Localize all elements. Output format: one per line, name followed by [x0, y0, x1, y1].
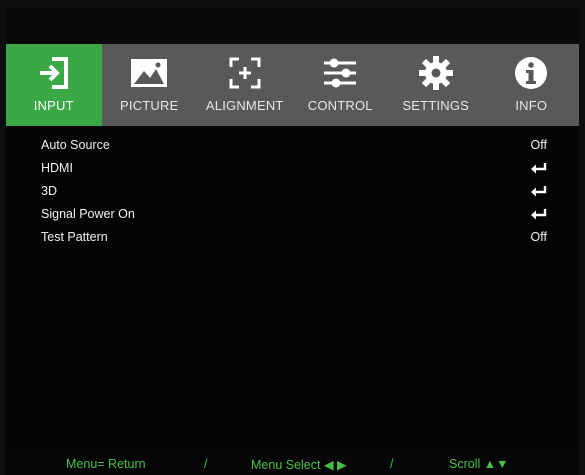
enter-icon	[530, 208, 547, 220]
menu-item-label: Signal Power On	[41, 207, 135, 221]
menu-item-auto-source[interactable]: Auto Source Off	[6, 135, 579, 155]
input-menu-list: Auto Source Off HDMI 3D Signal Power On …	[6, 126, 579, 446]
menu-item-label: Auto Source	[41, 138, 110, 152]
picture-icon	[129, 54, 169, 92]
menu-item-label: HDMI	[41, 161, 73, 175]
footer-hints: Menu= Return / Menu Select ◀ ▶ / Scroll …	[6, 451, 579, 475]
tab-control[interactable]: CONTROL	[293, 44, 389, 126]
menu-item-3d[interactable]: 3D	[6, 181, 579, 201]
tab-bar: INPUT PICTURE ALIGNMENT CONTROL SETTINGS…	[6, 44, 579, 126]
alignment-icon	[225, 54, 265, 92]
tab-picture-label: PICTURE	[120, 98, 179, 113]
enter-icon	[530, 185, 547, 197]
osd-menu-window: INPUT PICTURE ALIGNMENT CONTROL SETTINGS…	[6, 8, 579, 475]
menu-item-signal-power-on[interactable]: Signal Power On	[6, 204, 579, 224]
tab-input[interactable]: INPUT	[6, 44, 102, 126]
gear-icon	[416, 54, 456, 92]
hint-menu-return: Menu= Return	[66, 457, 146, 471]
control-sliders-icon	[320, 54, 360, 92]
tab-alignment-label: ALIGNMENT	[205, 98, 284, 113]
hint-scroll: Scroll ▲▼	[449, 457, 509, 471]
menu-item-value: Off	[530, 230, 547, 244]
top-bar	[6, 8, 579, 44]
enter-icon	[530, 162, 547, 174]
tab-settings-label: SETTINGS	[402, 98, 470, 113]
tab-info-label: INFO	[515, 98, 548, 113]
tab-picture[interactable]: PICTURE	[102, 44, 198, 126]
menu-item-test-pattern[interactable]: Test Pattern Off	[6, 227, 579, 247]
tab-control-label: CONTROL	[307, 98, 373, 113]
tab-input-label: INPUT	[33, 98, 74, 113]
tab-info[interactable]: INFO	[484, 44, 580, 126]
hint-menu-select: Menu Select ◀ ▶	[251, 458, 347, 472]
menu-item-label: 3D	[41, 184, 57, 198]
tab-settings[interactable]: SETTINGS	[388, 44, 484, 126]
hint-separator: /	[390, 457, 394, 471]
input-icon	[34, 54, 74, 92]
hint-separator: /	[204, 457, 208, 471]
menu-item-value: Off	[530, 138, 547, 152]
menu-item-label: Test Pattern	[41, 230, 108, 244]
tab-alignment[interactable]: ALIGNMENT	[197, 44, 293, 126]
menu-item-hdmi[interactable]: HDMI	[6, 158, 579, 178]
info-icon	[511, 54, 551, 92]
